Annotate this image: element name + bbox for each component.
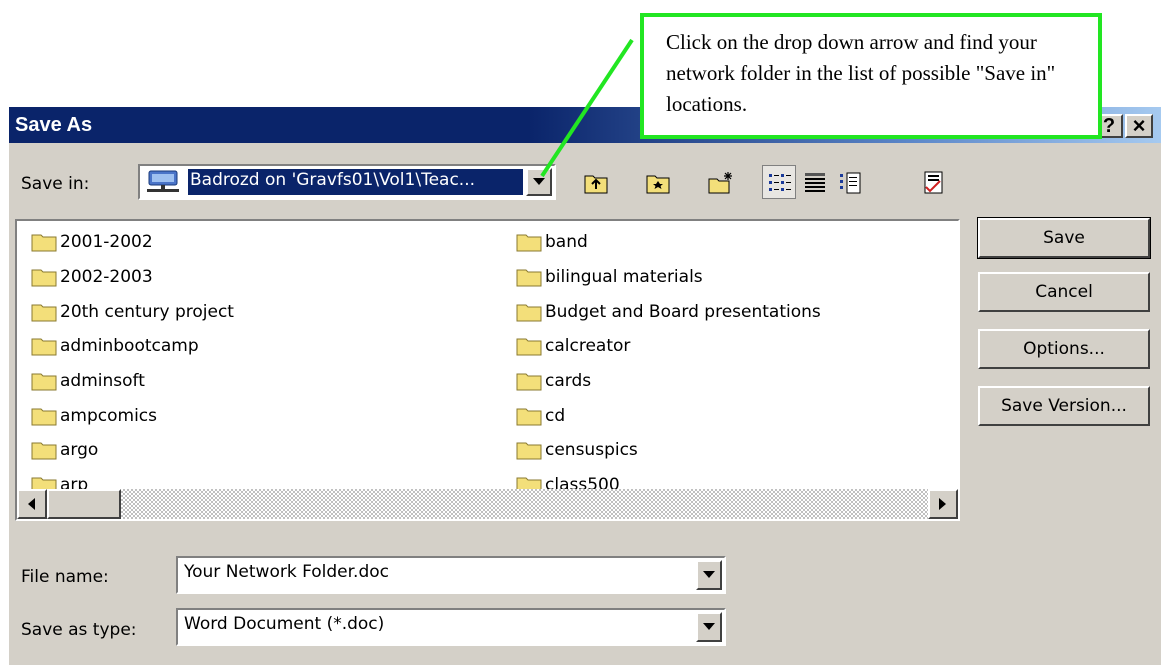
instruction-callout: Click on the drop down arrow and find yo… [640,13,1102,139]
callout-text: Click on the drop down arrow and find yo… [666,30,1056,116]
